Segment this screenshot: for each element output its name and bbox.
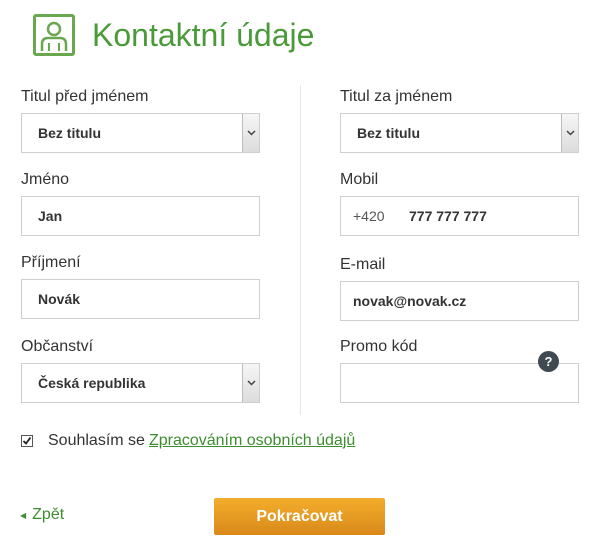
mobile-field[interactable]: +420 777 777 777 — [340, 196, 579, 236]
back-link[interactable]: ◀ Zpět — [20, 506, 64, 524]
title-before-label: Titul před jménem — [21, 88, 149, 105]
help-icon[interactable]: ? — [538, 351, 559, 372]
column-divider — [300, 85, 301, 415]
title-after-label: Titul za jménem — [340, 88, 453, 105]
last-name-field[interactable]: Novák — [21, 279, 260, 319]
phone-prefix: +420 — [353, 208, 385, 224]
page-title: Kontaktní údaje — [92, 17, 315, 53]
email-label: E-mail — [340, 256, 386, 273]
title-after-value: Bez titulu — [357, 125, 420, 141]
title-before-value: Bez titulu — [38, 125, 101, 141]
consent-row: Souhlasím se Zpracováním osobních údajů — [21, 429, 355, 453]
page-header: Kontaktní údaje — [33, 12, 314, 58]
last-name-label: Příjmení — [21, 254, 81, 271]
first-name-label: Jméno — [21, 171, 70, 188]
citizenship-value: Česká republika — [38, 375, 146, 391]
consent-text: Souhlasím se — [48, 432, 145, 449]
title-before-select[interactable]: Bez titulu — [21, 113, 260, 153]
consent-checkbox[interactable] — [21, 435, 33, 447]
citizenship-select[interactable]: Česká republika — [21, 363, 260, 403]
arrow-left-icon: ◀ — [20, 510, 27, 520]
user-icon — [33, 14, 75, 56]
chevron-down-icon[interactable] — [242, 364, 259, 402]
phone-number: 777 777 777 — [409, 208, 487, 224]
email-field[interactable]: novak@novak.cz — [340, 281, 579, 321]
chevron-down-icon[interactable] — [242, 114, 259, 152]
chevron-down-icon[interactable] — [561, 114, 578, 152]
checkmark-icon — [22, 436, 32, 445]
promo-label: Promo kód — [340, 338, 418, 355]
first-name-field[interactable]: Jan — [21, 196, 260, 236]
back-label: Zpět — [32, 506, 65, 523]
privacy-link[interactable]: Zpracováním osobních údajů — [149, 432, 355, 450]
mobile-label: Mobil — [340, 171, 379, 188]
title-after-select[interactable]: Bez titulu — [340, 113, 579, 153]
continue-button[interactable]: Pokračovat — [214, 498, 385, 535]
citizenship-label: Občanství — [21, 338, 94, 355]
